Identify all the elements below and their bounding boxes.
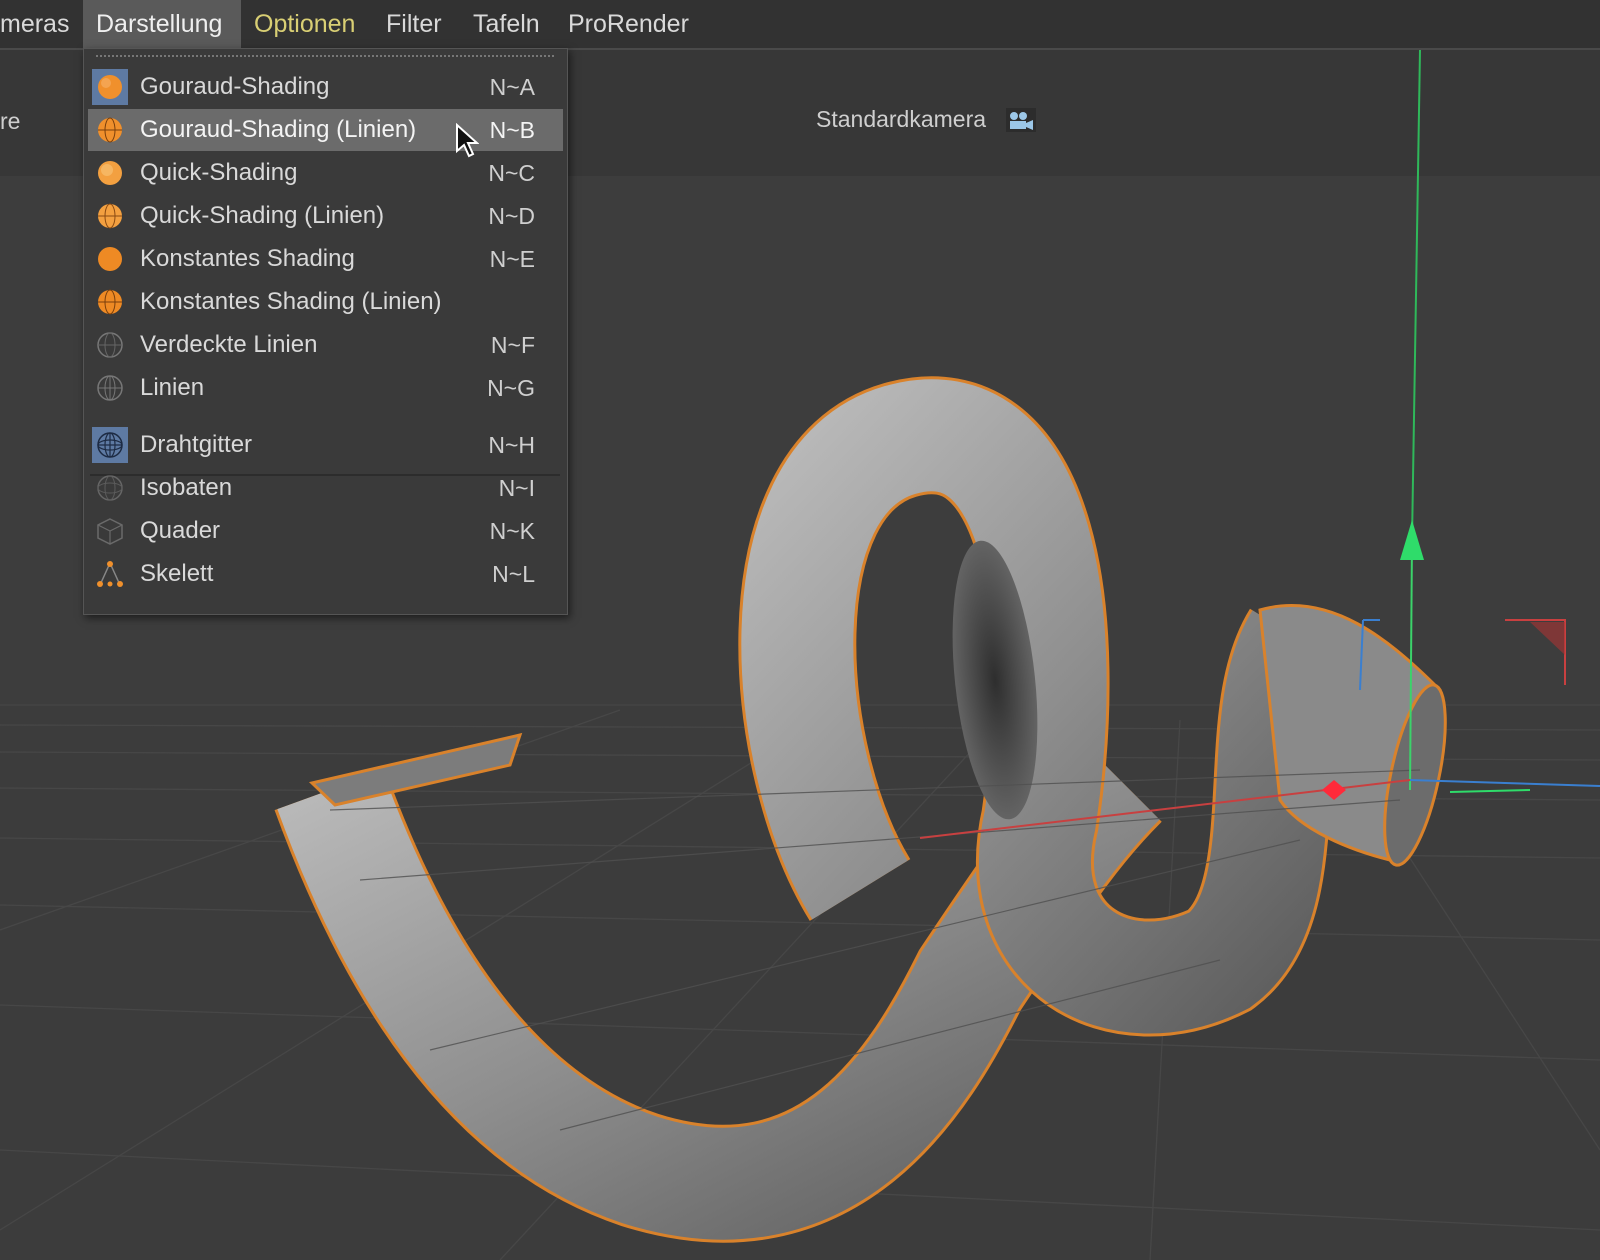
sphere-shaded-icon: [92, 69, 128, 105]
menu-item-label: Konstantes Shading: [140, 245, 355, 272]
sphere-constant-icon: [92, 241, 128, 277]
sphere-quick-icon: [92, 155, 128, 191]
menu-item-shortcut: N~D: [488, 203, 535, 229]
menu-item-konstantes-shading[interactable]: Konstantes Shading N~E: [88, 238, 563, 280]
menu-item-konstantes-shading-linien[interactable]: Konstantes Shading (Linien): [88, 281, 563, 323]
sphere-quick-lines-icon: [92, 198, 128, 234]
lines-icon: [92, 370, 128, 406]
menu-item-skelett[interactable]: Skelett N~L: [88, 553, 563, 595]
menu-item-shortcut: N~G: [487, 375, 535, 401]
menu-item-drahtgitter[interactable]: Drahtgitter N~H: [88, 424, 563, 466]
menu-item-label: Gouraud-Shading (Linien): [140, 116, 417, 143]
menu-darstellung[interactable]: Darstellung: [83, 0, 241, 48]
darstellung-dropdown-menu: Gouraud-Shading N~A Gouraud-Shading (Lin…: [83, 48, 568, 615]
menu-item-label: Linien: [140, 374, 205, 401]
isoparms-icon: [92, 470, 128, 506]
menu-item-shortcut: N~B: [489, 117, 535, 143]
sphere-constant-lines-icon: [92, 284, 128, 320]
menu-item-shortcut: N~K: [489, 518, 535, 544]
menu-cameras[interactable]: meras: [0, 0, 69, 48]
menu-item-shortcut: N~A: [489, 74, 535, 100]
menu-item-label: Drahtgitter: [140, 431, 253, 458]
menu-item-label: Gouraud-Shading: [140, 73, 330, 100]
menu-item-label: Quick-Shading (Linien): [140, 202, 385, 229]
hidden-lines-icon: [92, 327, 128, 363]
menu-tafeln[interactable]: Tafeln: [473, 0, 540, 48]
menu-item-label: Quick-Shading: [140, 159, 298, 186]
menu-prorender[interactable]: ProRender: [568, 0, 689, 48]
menu-item-linien[interactable]: Linien N~G: [88, 367, 563, 409]
menu-item-shortcut: N~I: [498, 475, 535, 501]
menu-item-isobaten[interactable]: Isobaten N~I: [88, 467, 563, 509]
menu-item-quader[interactable]: Quader N~K: [88, 510, 563, 552]
menu-item-shortcut: N~F: [490, 332, 535, 358]
box-icon: [92, 513, 128, 549]
menu-item-verdeckte-linien[interactable]: Verdeckte Linien N~F: [88, 324, 563, 366]
menu-item-shortcut: N~C: [488, 160, 535, 186]
wireframe-icon: [92, 427, 128, 463]
tearoff-handle[interactable]: [96, 55, 554, 57]
menu-item-shortcut: N~L: [492, 561, 535, 587]
menu-item-shortcut: N~H: [488, 432, 535, 458]
menu-optionen[interactable]: Optionen: [254, 0, 355, 48]
menu-bar: meras Darstellung Optionen Filter Tafeln…: [0, 0, 1600, 50]
menu-item-quick-shading[interactable]: Quick-Shading N~C: [88, 152, 563, 194]
menu-item-shortcut: N~E: [489, 246, 535, 272]
sphere-shaded-lines-icon: [92, 112, 128, 148]
menu-item-label: Verdeckte Linien: [140, 331, 318, 358]
menu-item-label: Konstantes Shading (Linien): [140, 288, 442, 315]
mouse-cursor-icon: [455, 122, 480, 164]
menu-item-gouraud-shading[interactable]: Gouraud-Shading N~A: [88, 66, 563, 108]
menu-item-quick-shading-linien[interactable]: Quick-Shading (Linien) N~D: [88, 195, 563, 237]
menu-item-label: Quader: [140, 517, 221, 544]
skeleton-icon: [92, 556, 128, 592]
menu-item-label: Isobaten: [140, 474, 233, 501]
menu-item-label: Skelett: [140, 560, 214, 587]
menu-item-gouraud-shading-linien[interactable]: Gouraud-Shading (Linien) N~B: [88, 109, 563, 151]
menu-filter[interactable]: Filter: [386, 0, 442, 48]
